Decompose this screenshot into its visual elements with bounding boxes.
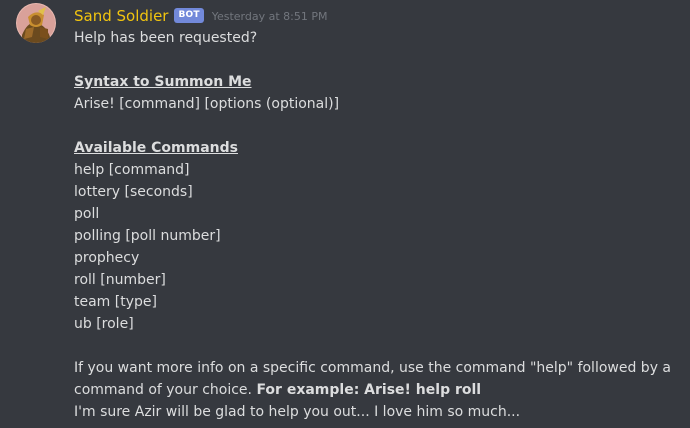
commands-section-title: Available Commands bbox=[74, 140, 238, 156]
message-content: Help has been requested? Syntax to Summo… bbox=[74, 27, 674, 423]
bot-tag-badge: BOT bbox=[174, 7, 204, 23]
outro-line-2: command of your choice. For example: Ari… bbox=[74, 379, 674, 401]
chat-message: Sand Soldier BOT Yesterday at 8:51 PM He… bbox=[0, 0, 690, 428]
outro-line-1: If you want more info on a specific comm… bbox=[74, 360, 672, 376]
syntax-text: Arise! [command] [options (optional)] bbox=[74, 96, 340, 112]
intro-text: Help has been requested? bbox=[74, 30, 258, 46]
syntax-section-title: Syntax to Summon Me bbox=[74, 74, 252, 90]
command-item: ub [role] bbox=[74, 316, 134, 332]
author-username[interactable]: Sand Soldier bbox=[74, 7, 168, 25]
command-item: team [type] bbox=[74, 294, 157, 310]
command-item: roll [number] bbox=[74, 272, 166, 288]
avatar[interactable] bbox=[16, 3, 56, 43]
command-item: poll bbox=[74, 206, 100, 222]
sand-soldier-avatar-icon bbox=[16, 3, 56, 43]
example-command: For example: Arise! help roll bbox=[256, 382, 482, 398]
command-item: help [command] bbox=[74, 162, 190, 178]
message-timestamp[interactable]: Yesterday at 8:51 PM bbox=[212, 10, 328, 23]
commands-list: help [command] lottery [seconds] poll po… bbox=[74, 159, 674, 335]
message-header: Sand Soldier BOT Yesterday at 8:51 PM bbox=[74, 5, 328, 27]
command-item: prophecy bbox=[74, 250, 140, 266]
outro-line-3: I'm sure Azir will be glad to help you o… bbox=[74, 404, 521, 420]
outro-line-2-text: command of your choice. bbox=[74, 382, 257, 398]
command-item: polling [poll number] bbox=[74, 228, 221, 244]
command-item: lottery [seconds] bbox=[74, 184, 193, 200]
